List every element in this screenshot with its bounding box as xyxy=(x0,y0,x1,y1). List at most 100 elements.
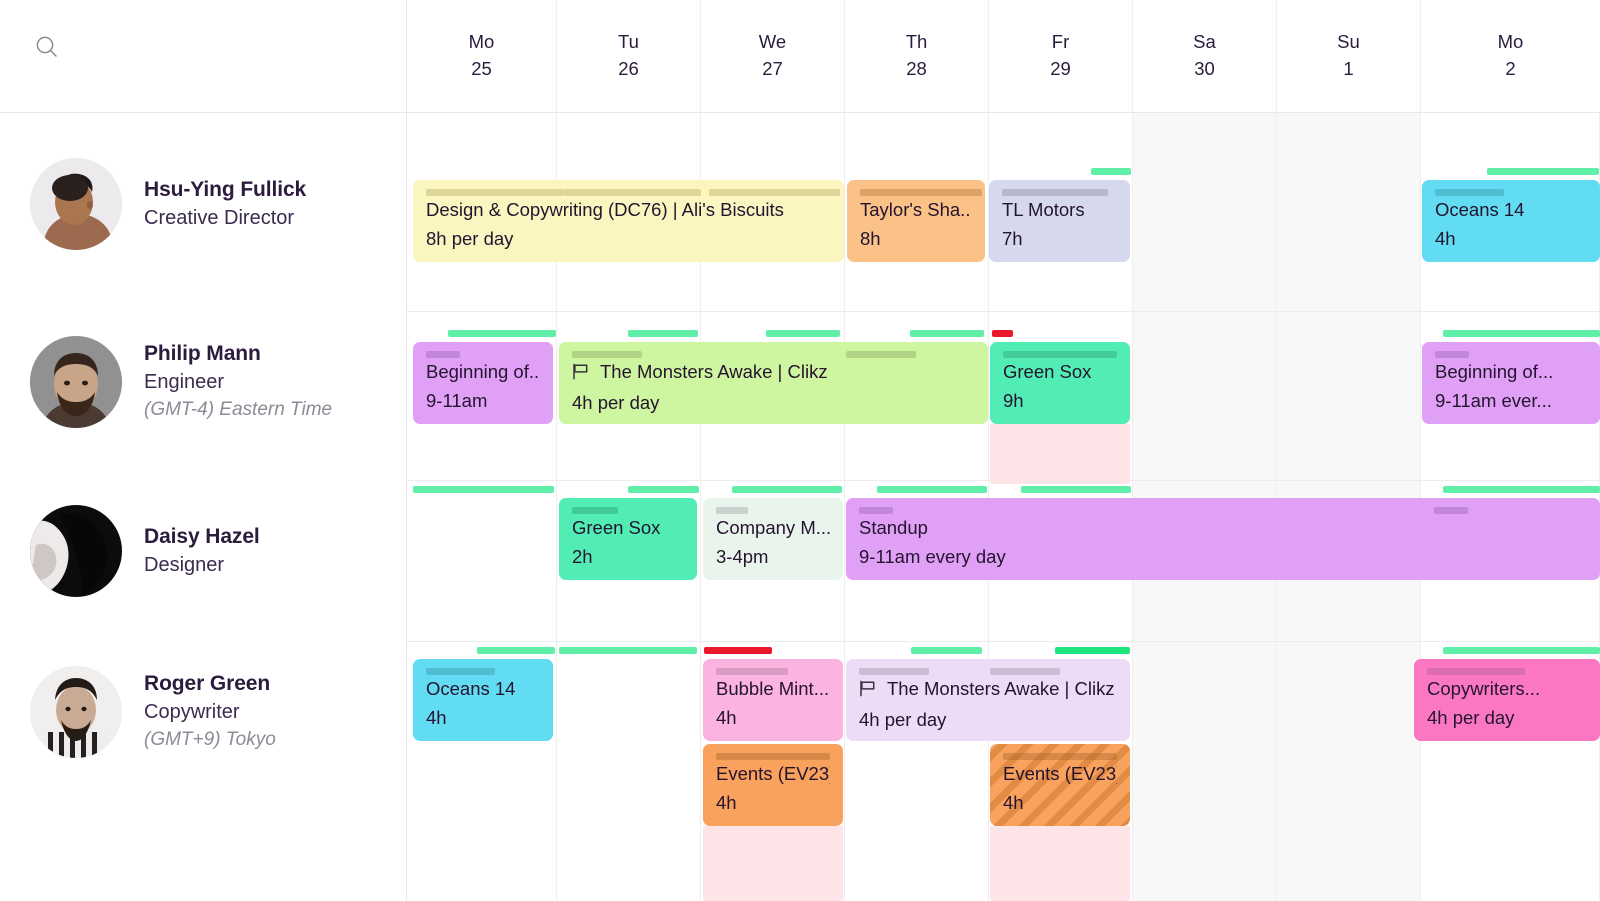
event-block[interactable]: Events (EV23) 4h xyxy=(703,744,843,826)
event-block[interactable]: Green Sox 2h xyxy=(559,498,697,580)
availability-pip xyxy=(628,486,699,493)
event-title: Events (EV23) xyxy=(716,763,830,784)
resource-role: Designer xyxy=(144,554,225,576)
event-segment-bar xyxy=(426,668,495,675)
day-header-mo-2[interactable]: Mo 2 xyxy=(1421,0,1600,112)
day-number: 26 xyxy=(618,58,639,79)
event-title: Oceans 14 xyxy=(1435,199,1525,220)
event-title: Copywriters... xyxy=(1427,678,1541,699)
event-title: Oceans 14 xyxy=(426,678,516,699)
day-of-week: Sa xyxy=(1193,31,1216,52)
event-block[interactable]: Bubble Mint... 4h xyxy=(703,659,843,741)
event-block[interactable]: Taylor's Sha... 8h xyxy=(847,180,985,262)
event-subtitle: 8h per day xyxy=(426,228,514,249)
availability-pip xyxy=(877,486,987,493)
event-title: Standup xyxy=(859,517,928,538)
availability-pip xyxy=(448,330,556,337)
resource-list: Hsu-Ying Fullick Creative Director Phili… xyxy=(0,113,407,901)
event-block[interactable]: TL Motors 7h xyxy=(989,180,1130,262)
resource-row-daisy-hazel[interactable]: Daisy Hazel Designer xyxy=(0,505,406,597)
availability-pip xyxy=(1443,486,1600,493)
event-block[interactable]: The Monsters Awake | Clikz 4h per day xyxy=(559,342,988,424)
resource-row-roger-green[interactable]: Roger Green Copywriter (GMT+9) Tokyo xyxy=(0,666,406,758)
event-block[interactable]: Beginning of... 9-11am ever... xyxy=(1422,342,1600,424)
day-number: 2 xyxy=(1505,58,1516,79)
event-subtitle: 4h xyxy=(716,707,737,728)
event-segment-bar xyxy=(426,351,460,358)
event-segment-bar xyxy=(1002,189,1108,196)
event-block[interactable]: Events (EV23) 4h xyxy=(990,744,1130,826)
event-segment-bar xyxy=(1434,507,1468,514)
overallocation-overflow xyxy=(990,424,1130,484)
day-header-fr-29[interactable]: Fr 29 xyxy=(989,0,1133,112)
event-segment-bar xyxy=(860,189,982,196)
day-header-we-27[interactable]: We 27 xyxy=(701,0,845,112)
event-block[interactable]: Copywriters... 4h per day xyxy=(1414,659,1600,741)
day-header-su-1[interactable]: Su 1 xyxy=(1277,0,1421,112)
resource-role: Engineer xyxy=(144,371,225,393)
event-block[interactable]: Beginning of... 9-11am xyxy=(413,342,553,424)
day-number: 27 xyxy=(762,58,783,79)
day-header-th-28[interactable]: Th 28 xyxy=(845,0,989,112)
event-block[interactable]: Design & Copywriting (DC76) | Ali's Bisc… xyxy=(413,180,844,262)
event-subtitle: 4h per day xyxy=(859,709,947,730)
event-block[interactable]: Standup 9-11am every day xyxy=(846,498,1600,580)
day-number: 30 xyxy=(1194,58,1215,79)
day-number: 29 xyxy=(1050,58,1071,79)
search-icon[interactable] xyxy=(34,34,60,60)
day-of-week: Th xyxy=(905,31,928,52)
resource-name: Daisy Hazel xyxy=(144,525,260,548)
event-block[interactable]: Green Sox 9h xyxy=(990,342,1130,424)
availability-pip xyxy=(1443,647,1600,654)
availability-pip xyxy=(477,647,555,654)
day-header-tu-26[interactable]: Tu 26 xyxy=(557,0,701,112)
availability-pip xyxy=(732,486,842,493)
event-segment-bar xyxy=(572,351,642,358)
day-of-week: Su xyxy=(1337,31,1360,52)
day-of-week: Mo xyxy=(468,31,495,52)
resource-name: Hsu-Ying Fullick xyxy=(144,178,307,201)
resource-row-philip-mann[interactable]: Philip Mann Engineer (GMT-4) Eastern Tim… xyxy=(0,336,406,428)
overallocation-pip xyxy=(992,330,1013,337)
event-subtitle: 9-11am ever... xyxy=(1435,390,1552,411)
event-subtitle: 9-11am xyxy=(426,390,488,411)
search-cell[interactable] xyxy=(0,0,407,113)
event-subtitle: 4h per day xyxy=(572,392,660,413)
schedule-grid[interactable]: Design & Copywriting (DC76) | Ali's Bisc… xyxy=(407,113,1600,901)
event-segment-bar xyxy=(572,507,618,514)
event-title-text: The Monsters Awake | Clikz xyxy=(600,361,828,382)
event-title: Beginning of... xyxy=(426,361,540,382)
event-title: Green Sox xyxy=(572,517,661,538)
availability-pip xyxy=(910,330,984,337)
event-subtitle: 9h xyxy=(1003,390,1024,411)
avatar xyxy=(30,666,122,758)
event-title: Bubble Mint... xyxy=(716,678,830,699)
event-block[interactable]: The Monsters Awake | Clikz 4h per day xyxy=(846,659,1130,741)
event-segment-bar xyxy=(716,668,788,675)
event-subtitle: 7h xyxy=(1002,228,1023,249)
event-block[interactable]: Oceans 14 4h xyxy=(413,659,553,741)
availability-pip xyxy=(559,647,697,654)
avatar xyxy=(30,505,122,597)
event-title: Green Sox xyxy=(1003,361,1092,382)
event-segment-bar xyxy=(990,668,1060,675)
availability-pip xyxy=(1443,330,1600,337)
event-subtitle: 3-4pm xyxy=(716,546,769,567)
event-segment-bar xyxy=(565,189,701,196)
event-subtitle: 2h xyxy=(572,546,593,567)
event-segment-bar xyxy=(859,507,893,514)
event-block[interactable]: Company M... 3-4pm xyxy=(703,498,843,580)
event-title: Company M... xyxy=(716,517,830,538)
event-subtitle: 4h xyxy=(1003,792,1024,813)
overallocation-pip xyxy=(704,647,772,654)
event-title: Events (EV23) xyxy=(1003,763,1117,784)
resource-row-hsu-ying-fullick[interactable]: Hsu-Ying Fullick Creative Director xyxy=(0,158,406,250)
day-header-mo-25[interactable]: Mo 25 xyxy=(407,0,557,112)
event-title: Design & Copywriting (DC76) | Ali's Bisc… xyxy=(426,199,784,220)
event-title: The Monsters Awake | Clikz xyxy=(859,677,1117,703)
avatar xyxy=(30,336,122,428)
availability-pip xyxy=(1091,168,1131,175)
day-header-sa-30[interactable]: Sa 30 xyxy=(1133,0,1277,112)
event-block[interactable]: Oceans 14 4h xyxy=(1422,180,1600,262)
event-subtitle: 9-11am every day xyxy=(859,546,1006,567)
